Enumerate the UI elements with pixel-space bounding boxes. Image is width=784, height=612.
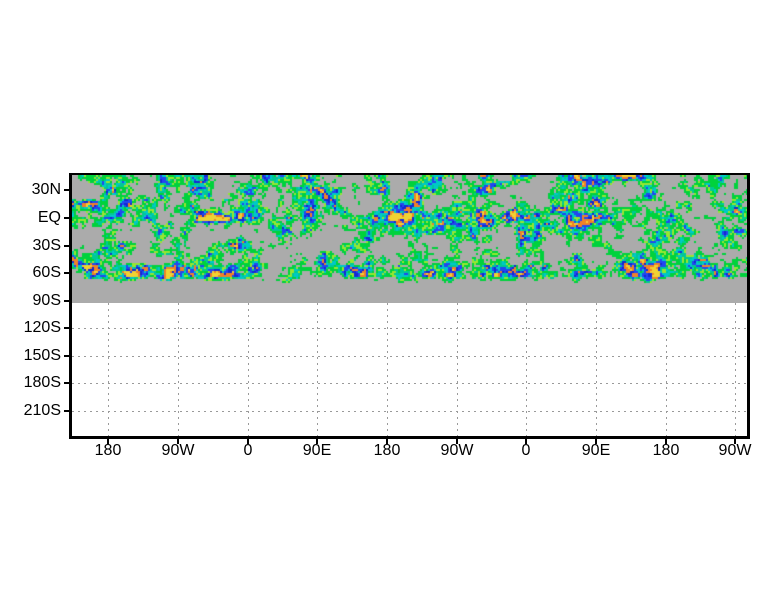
x-tick-label: 90W — [718, 442, 752, 459]
v-gridline — [248, 303, 249, 436]
v-gridline — [108, 303, 109, 436]
h-gridline — [72, 411, 747, 412]
x-tick-label: 0 — [243, 442, 253, 459]
v-gridline — [526, 303, 527, 436]
y-axis-tick — [64, 217, 69, 219]
x-tick-label: 90W — [440, 442, 474, 459]
y-axis-tick — [64, 245, 69, 247]
v-gridline — [735, 303, 736, 436]
y-tick-label: 30N — [31, 181, 61, 198]
y-tick-label: 150S — [23, 347, 61, 364]
y-axis-tick — [64, 189, 69, 191]
x-tick-label: 180 — [94, 442, 122, 459]
y-tick-label: 210S — [23, 402, 61, 419]
plot-frame — [69, 173, 750, 439]
y-axis-tick — [64, 355, 69, 357]
y-tick-label: EQ — [37, 209, 61, 226]
h-gridline — [72, 383, 747, 384]
h-gridline — [72, 328, 747, 329]
y-tick-label: 180S — [23, 374, 61, 391]
x-tick-label: 0 — [521, 442, 531, 459]
chart-figure: 180 90W 0 90E 180 90W 0 90E 180 90W 30N EQ 30S 60S 90S… — [0, 0, 784, 612]
x-tick-label: 180 — [373, 442, 401, 459]
y-axis-tick — [64, 410, 69, 412]
x-tick-label: 90E — [302, 442, 332, 459]
y-axis-tick — [64, 272, 69, 274]
v-gridline — [596, 303, 597, 436]
v-gridline — [178, 303, 179, 436]
y-tick-label: 60S — [32, 264, 61, 281]
y-tick-label: 90S — [32, 292, 61, 309]
y-axis-tick — [64, 300, 69, 302]
shaded-field-canvas — [72, 175, 747, 303]
x-tick-label: 180 — [652, 442, 680, 459]
y-tick-label: 30S — [32, 237, 61, 254]
x-tick-label: 90E — [581, 442, 611, 459]
v-gridline — [317, 303, 318, 436]
h-gridline — [72, 356, 747, 357]
v-gridline — [457, 303, 458, 436]
x-tick-label: 90W — [161, 442, 195, 459]
v-gridline — [387, 303, 388, 436]
y-axis-tick — [64, 382, 69, 384]
v-gridline — [666, 303, 667, 436]
y-axis-tick — [64, 327, 69, 329]
y-tick-label: 120S — [23, 319, 61, 336]
